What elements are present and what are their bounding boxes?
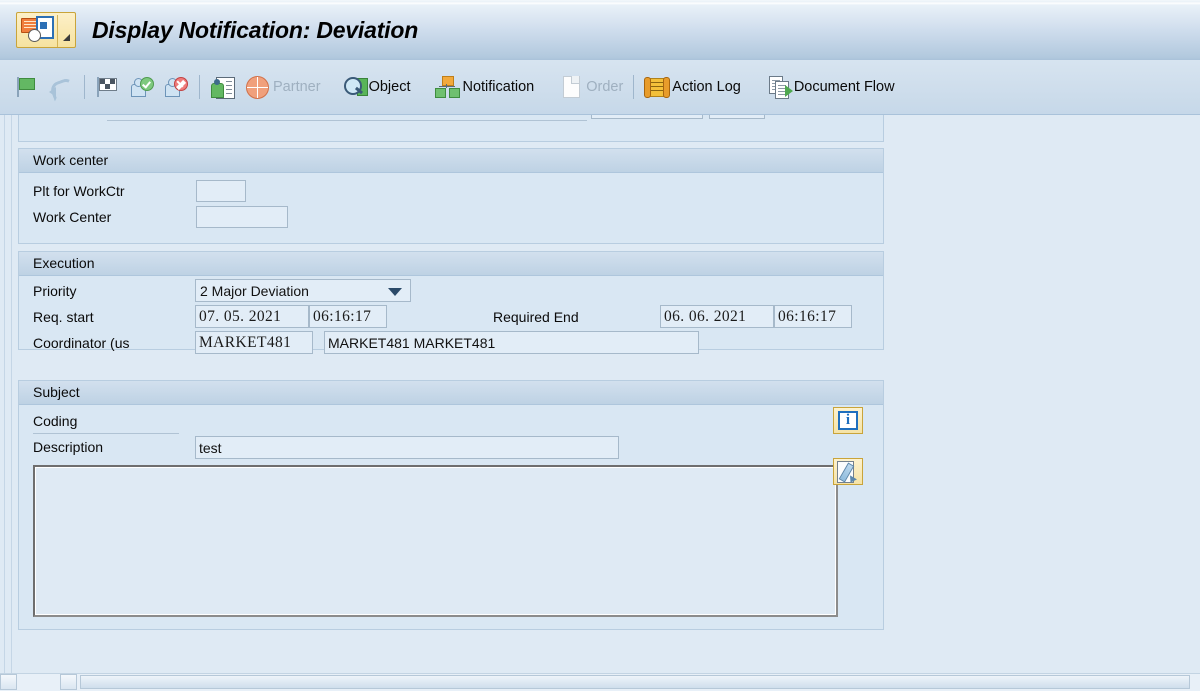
toolbar-button-person-reject[interactable]	[159, 70, 193, 104]
toolbar-divider-2	[199, 75, 200, 99]
edit-long-text-icon	[837, 461, 859, 485]
input-coordinator-name[interactable]: MARKET481 MARKET481	[324, 331, 699, 354]
left-rail	[4, 115, 12, 675]
page-title: Display Notification: Deviation	[92, 16, 419, 43]
label-priority: Priority	[33, 283, 77, 299]
input-required-end-time[interactable]: 06:16:17	[774, 305, 852, 328]
info-icon: i	[838, 411, 858, 430]
label-coding: Coding	[33, 413, 78, 429]
action-log-scroll-icon	[644, 75, 671, 99]
scroll-left-button-2[interactable]	[60, 674, 77, 690]
panel-title-execution: Execution	[19, 252, 883, 276]
horizontal-scrollbar[interactable]	[0, 673, 1200, 691]
partner-circle-icon	[244, 75, 270, 99]
undo-icon	[48, 75, 78, 102]
toolbar-label-document-flow: Document Flow	[793, 79, 895, 95]
scroll-left-button[interactable]	[0, 674, 17, 690]
label-work-center: Work Center	[33, 209, 112, 225]
notification-tree-icon	[434, 75, 461, 99]
label-coordinator: Coordinator (us	[33, 335, 130, 351]
toolbar-label-order: Order	[586, 79, 624, 95]
scrollbar-thumb[interactable]	[80, 675, 1190, 689]
document-flow-icon	[767, 75, 793, 99]
title-bar: Display Notification: Deviation	[0, 0, 1200, 61]
toolbar-button-partner-list[interactable]	[206, 70, 240, 104]
sap-notification-window: Display Notification: Deviation Partner …	[0, 0, 1200, 691]
content-area: Batch Work center Plt for WorkCtr Work C…	[0, 115, 1200, 691]
batch-field-1[interactable]	[591, 115, 703, 119]
input-plt-for-workctr[interactable]	[196, 180, 246, 202]
label-required-end: Required End	[493, 309, 579, 325]
chevron-down-icon[interactable]	[388, 287, 402, 296]
label-req-start: Req. start	[33, 309, 94, 325]
toolbar-label-notification: Notification	[462, 79, 535, 95]
person-approve-icon	[129, 75, 155, 99]
batch-underline	[107, 120, 587, 121]
batch-field-2[interactable]	[709, 115, 765, 119]
panel-partially-scrolled: Batch	[18, 115, 884, 142]
select-priority[interactable]: 2 Major Deviation	[195, 279, 411, 302]
object-magnifier-icon	[343, 75, 369, 99]
person-reject-icon	[163, 75, 189, 99]
select-priority-value: 2 Major Deviation	[200, 282, 309, 299]
edit-long-text-button[interactable]	[833, 458, 863, 485]
toolbar-button-undo[interactable]	[44, 70, 78, 104]
toolbar-divider-3	[633, 75, 635, 99]
panel-title-subject: Subject	[19, 381, 883, 405]
label-description: Description	[33, 439, 104, 455]
toolbar-label-partner: Partner	[273, 79, 321, 95]
input-work-center[interactable]	[196, 206, 288, 228]
toolbar-button-document-flow[interactable]: Document Flow	[763, 70, 899, 104]
input-required-end-date[interactable]: 06. 06. 2021	[660, 305, 774, 328]
coding-underline	[33, 433, 179, 434]
panel-subject: Subject Coding i Description test	[18, 380, 884, 630]
input-coordinator-id[interactable]: MARKET481	[195, 331, 313, 354]
input-req-start-time[interactable]: 06:16:17	[309, 305, 387, 328]
notification-window-icon	[21, 16, 54, 44]
chevron-down-icon[interactable]	[63, 34, 70, 41]
toolbar-divider	[84, 75, 85, 99]
toolbar-button-order[interactable]: Order	[554, 70, 627, 104]
panel-execution: Execution Priority 2 Major Deviation Req…	[18, 251, 884, 354]
toolbar-label-action-log: Action Log	[672, 79, 741, 95]
order-page-icon	[558, 75, 584, 99]
toolbar-label-object: Object	[368, 79, 411, 95]
toolbar-button-object[interactable]: Object	[339, 70, 415, 104]
label-plt-for-workctr: Plt for WorkCtr	[33, 183, 125, 199]
toolbar-button-person-approve[interactable]	[125, 70, 159, 104]
partner-list-icon	[210, 75, 236, 99]
input-req-start-date[interactable]: 07. 05. 2021	[195, 305, 309, 328]
window-menu-button[interactable]	[16, 12, 76, 48]
info-button[interactable]: i	[833, 407, 863, 434]
panel-work-center: Work center Plt for WorkCtr Work Center	[18, 148, 884, 244]
toolbar-button-partner[interactable]: Partner	[240, 70, 325, 104]
long-text-area[interactable]	[33, 465, 838, 617]
toolbar-button-action-log[interactable]: Action Log	[640, 70, 745, 104]
input-description[interactable]: test	[195, 436, 619, 459]
toolbar-button-complete[interactable]	[91, 70, 125, 104]
checkered-flag-icon	[95, 75, 121, 99]
panel-title-work-center: Work center	[19, 149, 883, 173]
batch-label: Batch	[411, 115, 447, 116]
toolbar-button-flag[interactable]	[10, 70, 44, 104]
application-toolbar: Partner Object Notification Order Action…	[0, 60, 1200, 115]
toolbar-button-notification[interactable]: Notification	[430, 70, 538, 104]
flag-icon	[14, 75, 40, 99]
